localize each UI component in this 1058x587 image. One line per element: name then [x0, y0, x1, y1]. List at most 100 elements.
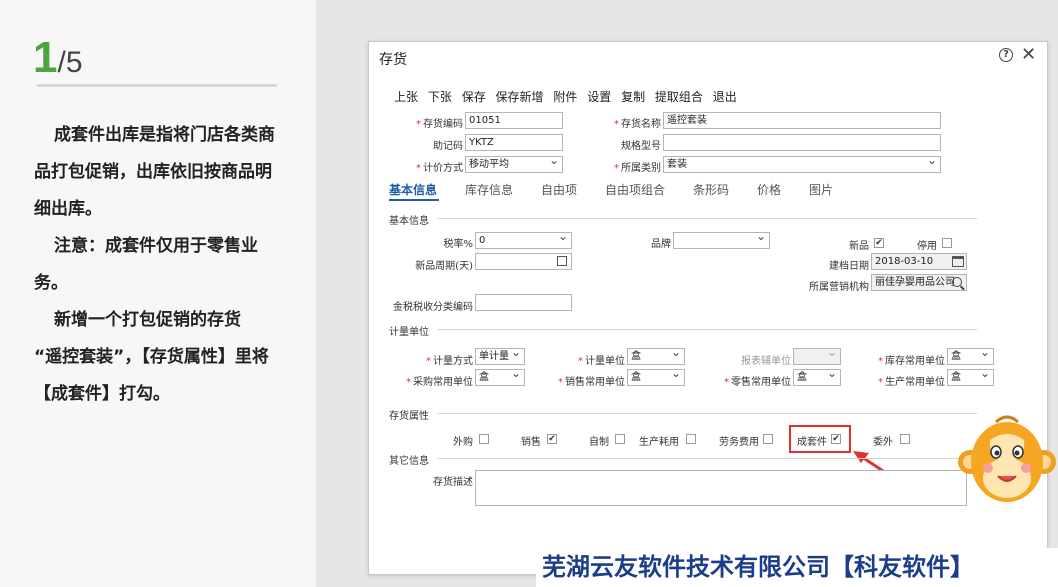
sales-unit-select[interactable]: 盒: [627, 369, 685, 386]
tab-image[interactable]: 图片: [809, 181, 833, 198]
valuation-label: * 计价方式: [416, 163, 463, 174]
attr-production-label: 生产耗用: [639, 437, 679, 448]
tax-code-field[interactable]: [475, 294, 572, 311]
company-footer: 芜湖云友软件技术有限公司【科友软件】: [536, 548, 1058, 587]
code-label: * 存货编码: [416, 119, 463, 130]
page-indicator: 1/5: [33, 33, 83, 83]
disabled-checkbox[interactable]: [942, 238, 952, 248]
tab-free-item-combo[interactable]: 自由项组合: [605, 181, 665, 198]
disabled-label: 停用: [917, 241, 937, 252]
purchase-unit-select[interactable]: 盒: [475, 369, 525, 386]
page-total: /5: [57, 46, 83, 79]
unit-method-select[interactable]: 单计量: [475, 348, 525, 365]
brand-label: 品牌: [651, 239, 671, 250]
section-divider: [437, 218, 977, 219]
attr-sales-label: 销售: [521, 437, 541, 448]
page-divider: [37, 84, 277, 87]
tab-stock-info[interactable]: 库存信息: [465, 181, 513, 198]
brand-select[interactable]: [673, 232, 770, 249]
production-unit-select[interactable]: 盒: [947, 369, 994, 386]
unit-label: * 计量单位: [578, 356, 625, 367]
settings-button[interactable]: 设置: [587, 90, 611, 104]
save-new-button[interactable]: 保存新增: [496, 90, 544, 104]
search-icon[interactable]: [952, 277, 962, 287]
tutorial-paragraph-3b: “遥控套装”，【存货属性】里将【成套件】打勾。: [34, 347, 269, 404]
category-label: * 所属类别: [614, 163, 661, 174]
new-product-checkbox[interactable]: ✔: [874, 238, 884, 248]
close-icon[interactable]: ✕: [1021, 44, 1036, 65]
mnemonic-label: 助记码: [433, 141, 463, 152]
dialog-title: 存货: [379, 52, 407, 68]
tutorial-paragraph-1: 成套件出库是指将门店各类商品打包促销，出库依旧按商品明细出库。: [34, 125, 275, 219]
attachment-button[interactable]: 附件: [553, 90, 577, 104]
extract-combo-button[interactable]: 提取组合: [655, 90, 703, 104]
mnemonic-field[interactable]: YKTZ: [465, 134, 563, 151]
tax-label: 税率%: [443, 239, 473, 250]
new-product-label: 新品: [849, 241, 869, 252]
inventory-dialog: 存货 ? ✕ 上张 下张 保存 保存新增 附件 设置 复制 提取组合 退出 * 存…: [368, 41, 1048, 575]
exit-button[interactable]: 退出: [713, 90, 737, 104]
section-divider: [437, 329, 977, 330]
valuation-select[interactable]: 移动平均: [465, 156, 563, 173]
retail-unit-label: * 零售常用单位: [724, 377, 791, 388]
name-label: * 存货名称: [614, 119, 661, 130]
attr-production-checkbox[interactable]: [686, 434, 696, 444]
created-date-label: 建档日期: [829, 261, 869, 272]
attr-selfmade-checkbox[interactable]: [615, 434, 625, 444]
section-attributes: 存货属性: [389, 411, 429, 422]
section-divider: [437, 458, 977, 459]
spec-label: 规格型号: [621, 141, 661, 152]
description-label: 存货描述: [433, 477, 473, 488]
section-other: 其它信息: [389, 456, 429, 467]
unit-method-label: * 计量方式: [426, 356, 473, 367]
purchase-unit-label: * 采购常用单位: [406, 377, 473, 388]
attr-sales-checkbox[interactable]: ✔: [547, 434, 557, 444]
next-button[interactable]: 下张: [428, 90, 452, 104]
save-button[interactable]: 保存: [462, 90, 486, 104]
attr-outsource-checkbox[interactable]: [900, 434, 910, 444]
tab-free-items[interactable]: 自由项: [541, 181, 577, 198]
tab-basic-info[interactable]: 基本信息: [389, 181, 437, 198]
unit-select[interactable]: 盒: [627, 348, 685, 365]
stock-unit-select[interactable]: 盒: [947, 348, 994, 365]
attr-purchased-checkbox[interactable]: [479, 434, 489, 444]
grid-icon[interactable]: [557, 256, 567, 266]
monkey-mascot-icon: [958, 415, 1056, 502]
tutorial-text: 成套件出库是指将门店各类商品打包促销，出库依旧按商品明细出库。 注意：成套件仅用…: [34, 117, 284, 413]
toolbar: 上张 下张 保存 保存新增 附件 设置 复制 提取组合 退出: [394, 88, 743, 105]
category-select[interactable]: 套装: [663, 156, 941, 173]
attr-purchased-label: 外购: [453, 437, 473, 448]
retail-unit-select[interactable]: 盒: [793, 369, 841, 386]
prev-button[interactable]: 上张: [394, 90, 418, 104]
attr-outsource-label: 委外: [873, 437, 893, 448]
tutorial-panel: 1/5 成套件出库是指将门店各类商品打包促销，出库依旧按商品明细出库。 注意：成…: [0, 0, 316, 587]
name-field[interactable]: 遥控套装: [663, 112, 941, 129]
active-tab-indicator: [389, 199, 439, 201]
description-field[interactable]: [475, 470, 967, 506]
tax-code-label: 金税税收分类编码: [393, 302, 473, 313]
new-period-label: 新品周期(天): [415, 261, 473, 272]
help-icon[interactable]: ?: [999, 48, 1013, 62]
section-units: 计量单位: [389, 327, 429, 338]
attr-selfmade-label: 自制: [589, 437, 609, 448]
copy-button[interactable]: 复制: [621, 90, 645, 104]
highlight-box: [789, 425, 851, 453]
attr-service-label: 劳务费用: [719, 437, 759, 448]
calendar-icon[interactable]: [952, 256, 964, 267]
tax-select[interactable]: 0: [475, 232, 572, 249]
section-basic-info: 基本信息: [389, 216, 429, 227]
page-current: 1: [33, 33, 58, 82]
section-divider: [437, 413, 977, 414]
sales-unit-label: * 销售常用单位: [558, 377, 625, 388]
stock-unit-label: * 库存常用单位: [878, 356, 945, 367]
tab-barcode[interactable]: 条形码: [693, 181, 729, 198]
report-unit-label: 报表辅单位: [741, 356, 791, 367]
tutorial-paragraph-3a: 新增一个打包促销的存货: [54, 310, 241, 330]
production-unit-label: * 生产常用单位: [878, 377, 945, 388]
code-field[interactable]: 01051: [465, 112, 563, 129]
spec-field[interactable]: [663, 134, 941, 151]
report-unit-select[interactable]: [793, 348, 841, 365]
tutorial-paragraph-2: 注意：成套件仅用于零售业务。: [34, 236, 258, 293]
tab-price[interactable]: 价格: [757, 181, 781, 198]
attr-service-checkbox[interactable]: [763, 434, 773, 444]
